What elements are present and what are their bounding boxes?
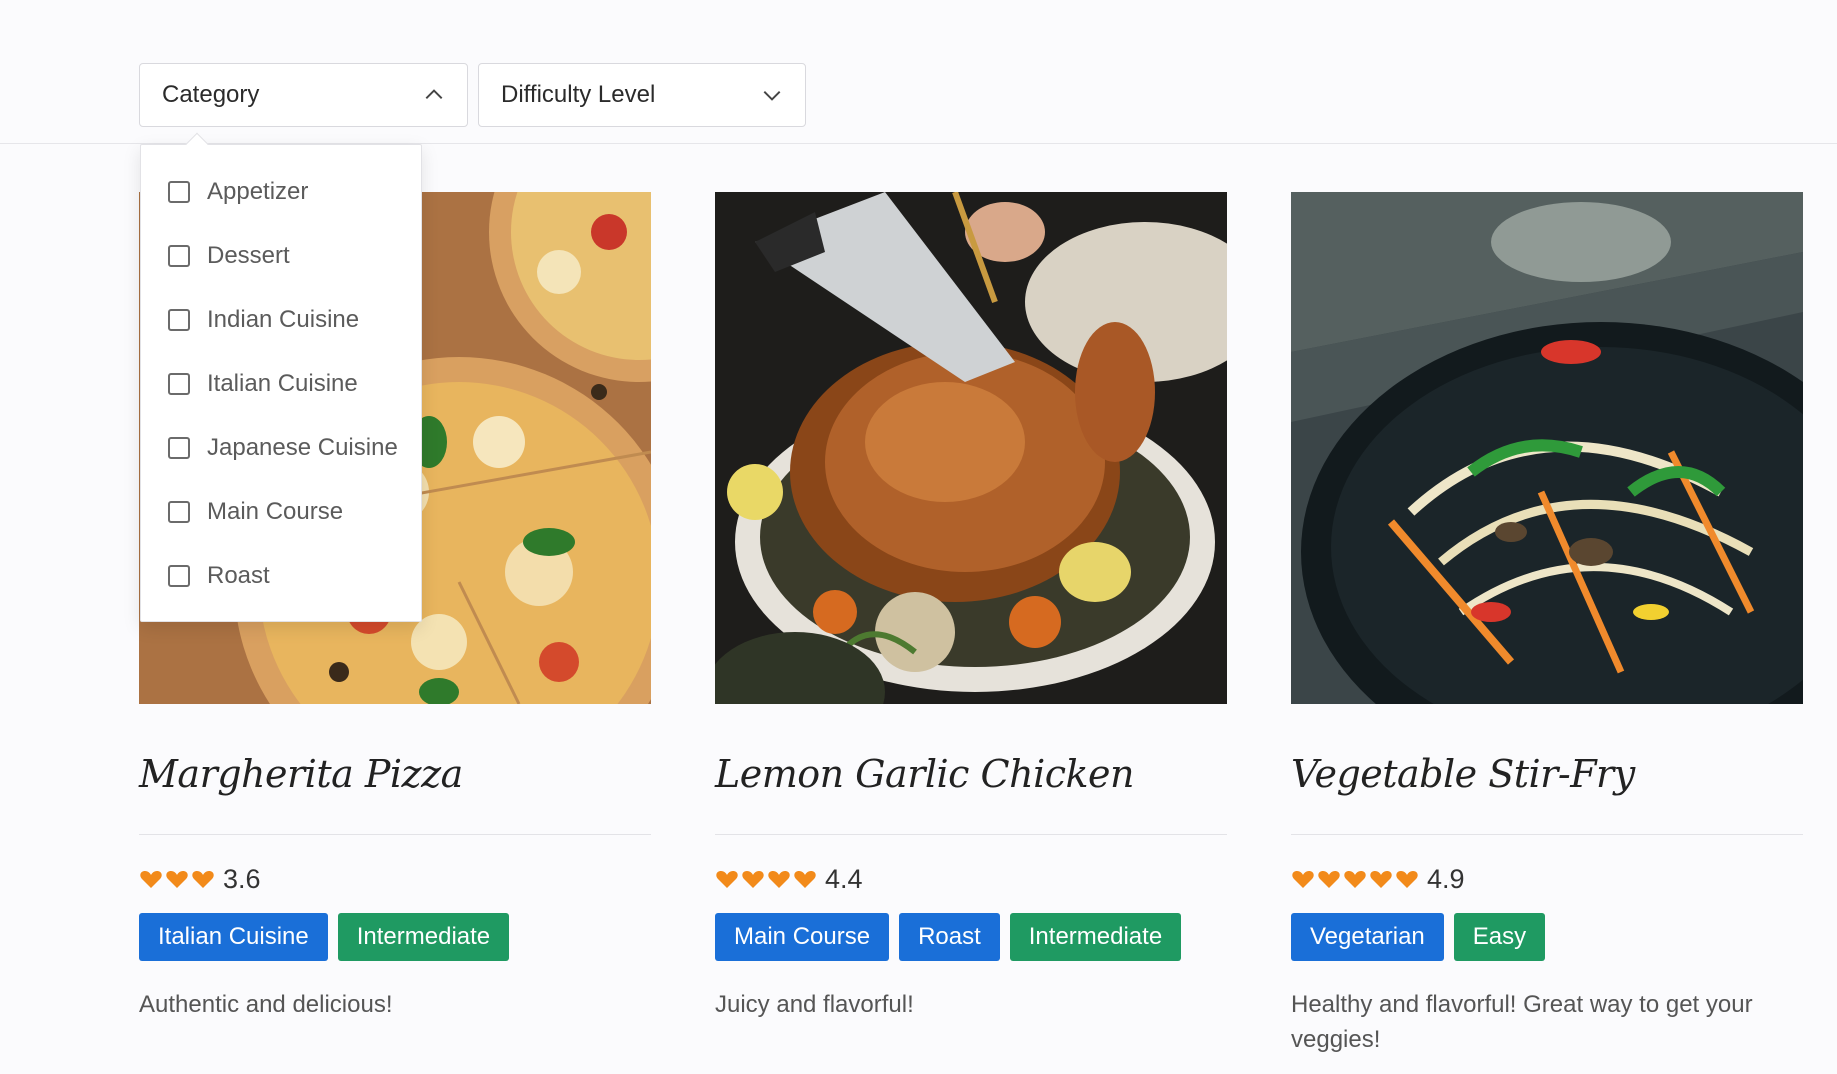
tag-badge[interactable]: Intermediate	[1009, 913, 1182, 961]
checkbox[interactable]	[168, 245, 190, 267]
stirfry-image	[1291, 192, 1803, 704]
divider	[139, 834, 651, 835]
recipe-page: Category Difficulty Level Appetizer Dess…	[0, 0, 1837, 1074]
rating-value: 4.4	[825, 863, 863, 894]
divider	[715, 834, 1227, 835]
heart-icon	[768, 871, 790, 888]
category-option-label: Italian Cuisine	[207, 370, 358, 397]
heart-icon	[742, 871, 764, 888]
category-dropdown: Appetizer Dessert Indian Cuisine Italian…	[140, 132, 422, 622]
tag-list: Main Course Roast Intermediate	[715, 913, 1227, 961]
category-option[interactable]: Italian Cuisine	[141, 352, 421, 416]
category-option[interactable]: Japanese Cuisine	[141, 416, 421, 480]
category-option[interactable]: Roast	[141, 544, 421, 608]
chicken-image	[715, 192, 1227, 704]
heart-icon	[166, 871, 188, 888]
checkbox[interactable]	[168, 181, 190, 203]
divider	[1291, 834, 1803, 835]
recipe-description: Authentic and delicious!	[139, 991, 393, 1018]
category-option[interactable]: Dessert	[141, 224, 421, 288]
rating-value: 3.6	[223, 863, 261, 894]
tag-badge[interactable]: Roast	[899, 913, 1000, 961]
checkbox[interactable]	[168, 565, 190, 587]
heart-icon	[1396, 871, 1418, 888]
category-filter[interactable]: Category	[139, 63, 468, 127]
tag-list: Vegetarian Easy	[1291, 913, 1803, 961]
rating-value: 4.9	[1427, 863, 1465, 894]
recipe-photo-chicken[interactable]	[715, 192, 1227, 704]
tag-badge[interactable]: Main Course	[715, 913, 890, 961]
tag-badge[interactable]: Easy	[1453, 913, 1546, 961]
recipe-title[interactable]: Lemon Garlic Chicken	[715, 752, 1227, 812]
heart-icon	[1370, 871, 1392, 888]
checkbox[interactable]	[168, 309, 190, 331]
heart-icon	[1292, 871, 1314, 888]
recipe-card: Lemon Garlic Chicken 4.4 Main Course Roa…	[715, 192, 1227, 1022]
category-option-label: Main Course	[207, 498, 344, 525]
recipe-description: Healthy and flavorful! Great way to get …	[1291, 991, 1753, 1053]
difficulty-filter-label: Difficulty Level	[501, 81, 656, 108]
filter-bar: Category Difficulty Level	[0, 0, 1837, 144]
rating: 3.6	[139, 863, 651, 895]
heart-icon	[192, 871, 214, 888]
category-option[interactable]: Appetizer	[141, 160, 421, 224]
tag-badge[interactable]: Intermediate	[337, 913, 510, 961]
heart-icon	[1344, 871, 1366, 888]
heart-icon	[794, 871, 816, 888]
recipe-description: Juicy and flavorful!	[715, 991, 914, 1018]
chevron-down-icon	[763, 90, 781, 101]
chevron-up-icon	[425, 89, 443, 100]
recipe-photo-stirfry[interactable]	[1291, 192, 1803, 704]
difficulty-filter[interactable]: Difficulty Level	[478, 63, 806, 127]
tag-badge[interactable]: Vegetarian	[1291, 913, 1444, 961]
category-option-label: Appetizer	[207, 178, 309, 205]
tag-badge[interactable]: Italian Cuisine	[139, 913, 328, 961]
rating: 4.9	[1291, 863, 1803, 895]
recipe-title[interactable]: Vegetable Stir-Fry	[1291, 752, 1803, 812]
checkbox[interactable]	[168, 437, 190, 459]
recipe-card: Vegetable Stir-Fry 4.9 Vegetarian Easy H…	[1291, 192, 1803, 1057]
heart-icon	[1318, 871, 1340, 888]
checkbox[interactable]	[168, 373, 190, 395]
rating: 4.4	[715, 863, 1227, 895]
tag-list: Italian Cuisine Intermediate	[139, 913, 651, 961]
category-option[interactable]: Main Course	[141, 480, 421, 544]
category-option-label: Dessert	[207, 242, 290, 269]
heart-icon	[716, 871, 738, 888]
category-option-label: Japanese Cuisine	[207, 434, 398, 461]
recipe-title[interactable]: Margherita Pizza	[139, 752, 651, 812]
checkbox[interactable]	[168, 501, 190, 523]
category-filter-label: Category	[162, 81, 260, 108]
category-option-label: Roast	[207, 562, 270, 589]
category-option-label: Indian Cuisine	[207, 306, 360, 333]
category-option[interactable]: Indian Cuisine	[141, 288, 421, 352]
heart-icon	[140, 871, 162, 888]
